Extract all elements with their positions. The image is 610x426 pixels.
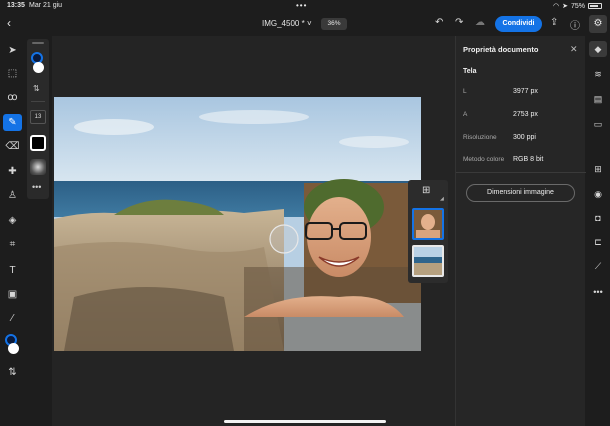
left-toolbar: ➤ ⬚ ꝏ ✎ ⌫ ✚ ♙ ◈ ⌗ T ▣ ⁄ ⇅ [0,36,25,426]
eyedropper-tool-icon[interactable]: ⁄ [3,310,22,327]
brush-shape-icon[interactable] [30,135,46,151]
status-time: 13:35 [7,2,25,9]
adjustments-icon[interactable]: ▤ [589,91,607,107]
clipping-icon[interactable]: ⊏ [589,234,607,250]
right-rail: ◆ ≋ ▤ ▭ ⊞ ◉ ◘ ⊏ ⟋ ••• [586,36,610,426]
zoom-level[interactable]: 36% [321,18,347,30]
status-bar: 13:35 Mar 21 giu ••• ◠ ➤ 75% [0,0,610,12]
tool-options-bar: ⇅ 13 ••• [27,39,49,199]
battery-icon [588,3,602,9]
document-image[interactable] [54,97,421,351]
lasso-tool-icon[interactable]: ꝏ [3,89,22,106]
resolution-value: 300 ppi [513,134,536,141]
width-value: 3977 px [513,88,538,95]
share-button[interactable]: Condividi [495,16,542,32]
transform-tool-icon[interactable]: ⬚ [3,65,22,82]
cloud-icon[interactable]: ☁ [475,17,485,28]
brush-size-field[interactable]: 13 [30,110,46,124]
gear-icon[interactable]: ⚙ [589,15,607,33]
panel-title: Proprietà documento [463,45,539,54]
photo-composite [54,97,421,351]
height-value: 2753 px [513,111,538,118]
type-tool-icon[interactable]: T [3,262,22,279]
brush-tool-icon[interactable]: ✎ [3,114,22,131]
corner-expand-icon[interactable]: ◢ [440,196,444,202]
drag-handle[interactable] [32,42,44,44]
home-indicator[interactable] [224,420,386,423]
crop-tool-icon[interactable]: ⌗ [3,236,22,253]
more-options-icon[interactable]: ••• [32,182,41,192]
close-icon[interactable]: ✕ [570,44,578,55]
comments-icon[interactable]: ▭ [589,116,607,132]
swap-icon[interactable]: ⇅ [33,84,40,93]
add-icon[interactable]: ⊞ [589,161,607,177]
top-bar: ‹ IMG_4500 * ˅ 36% ↶ ↷ ☁ Condividi ⇪ ⓘ ⚙ [0,12,610,36]
battery-percent: 75% [570,2,585,10]
properties-panel: Proprietà documento ✕ Tela L 3977 px A 2… [455,36,586,426]
healing-tool-icon[interactable]: ✚ [3,163,22,180]
chevron-down-icon: ˅ [306,19,312,28]
document-title: IMG_4500 * [262,19,305,28]
eraser-layer-icon[interactable]: ⟋ [589,258,607,274]
swap-colors-icon[interactable]: ⇅ [3,364,22,381]
layer-thumbnail-portrait[interactable] [412,208,444,240]
height-label: A [463,111,468,118]
layers-mini-panel: ⊞ ◢ [408,180,448,283]
help-icon[interactable]: ⓘ [570,17,580,32]
landscape-thumb-icon [414,247,442,275]
add-layer-icon[interactable]: ⊞ [422,185,430,196]
color-mode-label: Metodo colore [463,156,505,163]
status-date: Mar 21 giu [29,2,63,9]
export-icon[interactable]: ⇪ [550,17,558,28]
canvas-area[interactable] [52,36,455,426]
color-swatch-secondary-icon[interactable] [8,343,19,354]
width-label: L [463,88,467,95]
undo-icon[interactable]: ↶ [435,17,443,28]
fill-tool-icon[interactable]: ◈ [3,212,22,229]
portrait-thumb-icon [414,210,442,238]
wifi-icon: ◠ [553,3,560,10]
more-icon[interactable]: ••• [589,284,607,300]
brush-softness-icon[interactable] [30,159,46,175]
divider [456,172,586,173]
document-title-dropdown[interactable]: IMG_4500 * ˅ [262,19,312,28]
status-indicators: ◠ ➤ 75% [553,2,602,10]
image-tool-icon[interactable]: ▣ [3,286,22,303]
back-chevron-icon[interactable]: ‹ [7,16,11,30]
layers-icon[interactable]: ◆ [589,41,607,57]
redo-icon[interactable]: ↷ [455,17,463,28]
color-mode-value: RGB 8 bit [513,156,544,163]
multitask-dots-icon[interactable]: ••• [296,1,307,10]
image-size-button[interactable]: Dimensioni immagine [466,184,575,202]
layer-thumbnail-background[interactable] [412,245,444,277]
select-tool-icon[interactable]: ➤ [3,42,22,59]
mask-icon[interactable]: ◘ [589,210,607,226]
section-title: Tela [463,68,477,75]
brush-color-secondary-icon[interactable] [33,62,44,73]
clone-stamp-icon[interactable]: ♙ [3,187,22,204]
eraser-tool-icon[interactable]: ⌫ [3,138,22,155]
divider [31,101,45,102]
location-icon: ➤ [562,3,568,10]
resolution-label: Risoluzione [463,134,497,141]
visibility-icon[interactable]: ◉ [589,186,607,202]
layer-properties-icon[interactable]: ≋ [589,66,607,82]
